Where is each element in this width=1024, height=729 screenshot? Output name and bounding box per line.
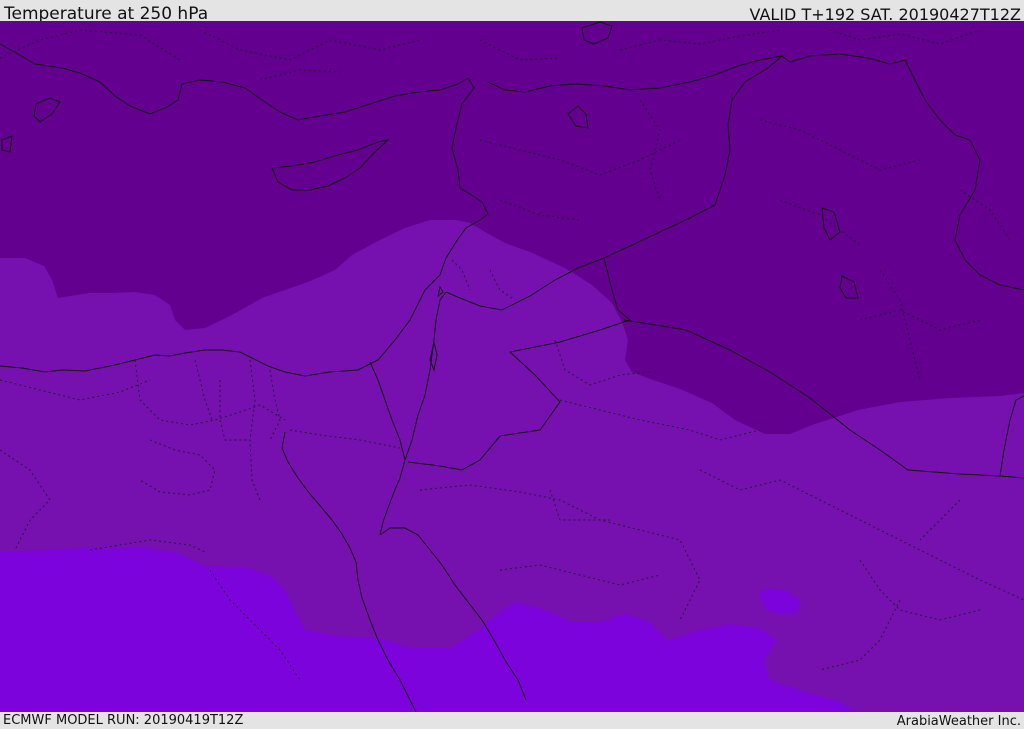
model-run-label: ECMWF MODEL RUN: 20190419T12Z: [3, 713, 244, 728]
temperature-map: [0, 21, 1024, 712]
credit-label: ArabiaWeather Inc.: [896, 714, 1021, 729]
map-figure: Temperature at 250 hPa VALID T+192 SAT. …: [0, 0, 1024, 729]
header-bar: Temperature at 250 hPa VALID T+192 SAT. …: [0, 0, 1024, 24]
map-panel: [0, 21, 1024, 712]
footer-bar: ECMWF MODEL RUN: 20190419T12Z ArabiaWeat…: [0, 712, 1024, 729]
